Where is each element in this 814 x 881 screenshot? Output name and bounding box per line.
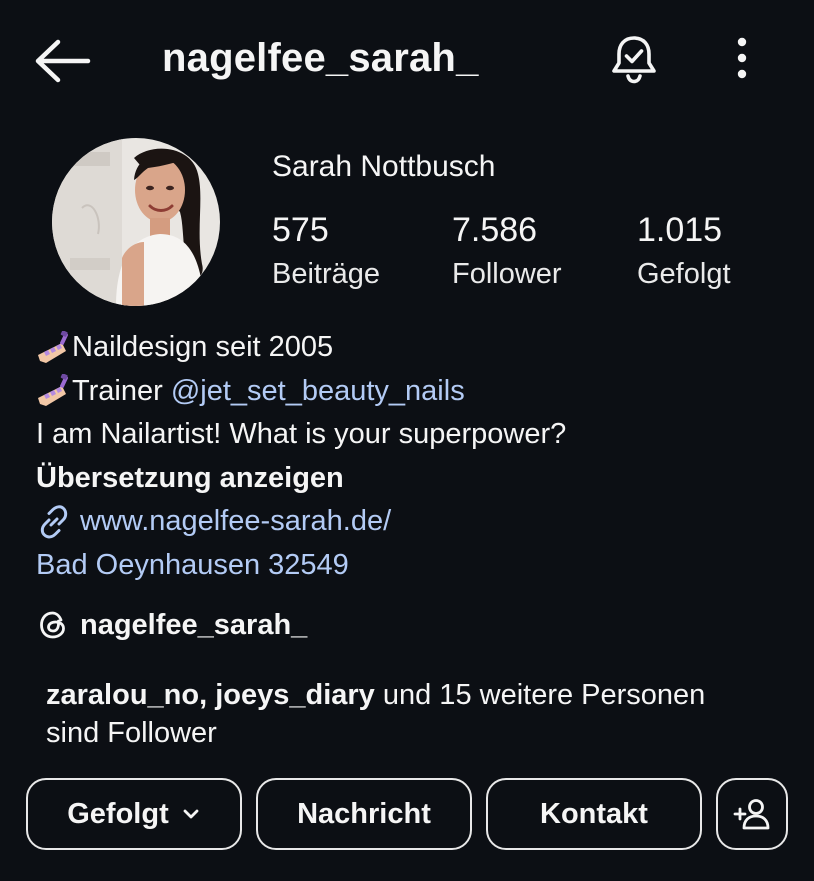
followers-count: 7.586: [452, 211, 538, 249]
following-button[interactable]: Gefolgt: [26, 778, 242, 850]
chevron-down-icon: [183, 809, 199, 819]
posts-count: 575: [272, 211, 329, 249]
threads-handle: nagelfee_sarah_: [80, 608, 308, 641]
nail-polish-emoji-icon: [38, 374, 69, 407]
arrow-left-icon: [35, 39, 91, 83]
following-stat[interactable]: 1.015 Gefolgt: [637, 210, 731, 291]
posts-stat[interactable]: 575 Beiträge: [272, 210, 380, 291]
contact-button-label: Kontakt: [540, 797, 648, 830]
posts-label: Beiträge: [272, 258, 381, 290]
mutual-followers[interactable]: zaralou_no, joeys_diary und 15 weitere P…: [46, 676, 705, 752]
message-button-label: Nachricht: [297, 797, 431, 830]
bio-line-2: Trainer @jet_set_beauty_nails: [36, 370, 566, 414]
add-person-icon: [733, 799, 770, 830]
translate-bio-link[interactable]: Übersetzung anzeigen: [36, 457, 566, 501]
profile-full-name: Sarah Nottbusch: [272, 150, 496, 183]
profile-username-title: nagelfee_sarah_: [162, 36, 479, 80]
more-options-button[interactable]: [722, 34, 762, 82]
website-row[interactable]: www.nagelfee-sarah.de/: [36, 500, 566, 544]
back-button[interactable]: [34, 38, 92, 84]
link-icon: [40, 505, 68, 539]
more-vertical-icon: [737, 37, 747, 79]
bio-text-trainer: Trainer: [72, 374, 171, 407]
bell-check-icon: [612, 36, 656, 84]
mutual-follower-names[interactable]: zaralou_no, joeys_diary: [46, 679, 375, 711]
profile-bio: Naildesign seit 2005 Trainer @jet_set_be…: [36, 326, 566, 587]
bio-text-naildesign: Naildesign seit 2005: [72, 331, 334, 363]
avatar[interactable]: [52, 138, 220, 306]
bio-line-3: I am Nailartist! What is your superpower…: [36, 418, 567, 450]
following-button-label: Gefolgt: [67, 797, 169, 830]
followers-label: Follower: [452, 258, 562, 290]
following-label: Gefolgt: [637, 258, 731, 290]
nail-polish-emoji-icon: [38, 330, 69, 363]
suggest-people-button[interactable]: [716, 778, 788, 850]
threads-badge[interactable]: nagelfee_sarah_: [36, 608, 307, 642]
mutual-followers-rest: und 15 weitere Personen: [374, 679, 706, 711]
notification-bell-button[interactable]: [606, 30, 662, 86]
followers-stat[interactable]: 7.586 Follower: [452, 210, 562, 291]
following-count: 1.015: [637, 211, 723, 249]
contact-button[interactable]: Kontakt: [486, 778, 702, 850]
website-link[interactable]: www.nagelfee-sarah.de/: [80, 500, 391, 544]
threads-icon: [40, 611, 65, 639]
message-button[interactable]: Nachricht: [256, 778, 472, 850]
mutual-followers-suffix: sind Follower: [46, 717, 217, 749]
location-link[interactable]: Bad Oeynhausen 32549: [36, 544, 566, 588]
bio-line-1: Naildesign seit 2005: [36, 326, 566, 370]
bio-mention-link[interactable]: @jet_set_beauty_nails: [171, 370, 465, 414]
profile-photo: [52, 138, 220, 306]
